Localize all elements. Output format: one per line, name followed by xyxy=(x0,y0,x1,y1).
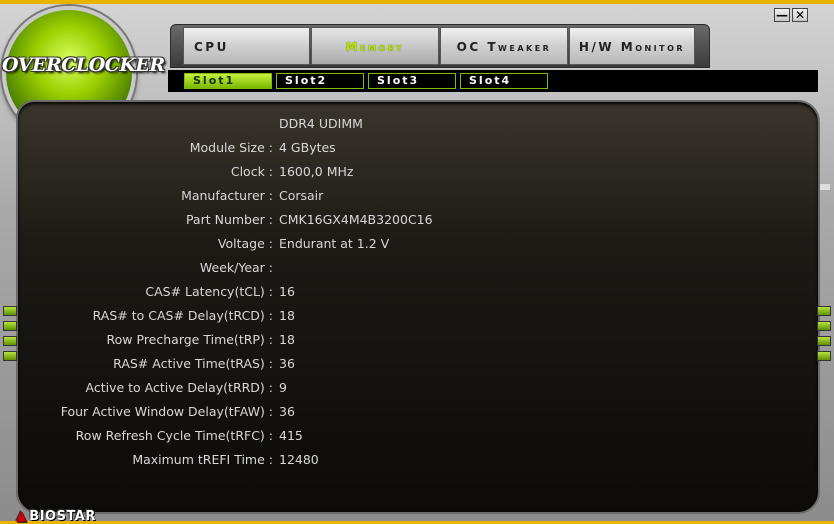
spec-row: Row Precharge Time(tRP) : 18 xyxy=(0,332,834,354)
biostar-mark-icon: ▲ xyxy=(16,508,28,524)
spec-label: Week/Year : xyxy=(199,260,273,275)
spec-label: CAS# Latency(tCL) : xyxy=(145,284,273,299)
tab-slot3[interactable]: Slot3 xyxy=(368,73,456,89)
main-tab-bar: CPU Memory OC Tweaker H/W Monitor xyxy=(170,24,710,68)
spec-label: Active to Active Delay(tRRD) : xyxy=(85,380,273,395)
spec-row: Module Size : 4 GBytes xyxy=(0,140,834,162)
spec-row: DDR4 UDIMM xyxy=(0,116,834,138)
spec-row: Maximum tREFI Time : 12480 xyxy=(0,452,834,474)
spec-row: Voltage : Endurant at 1.2 V xyxy=(0,236,834,258)
close-button[interactable]: ✕ xyxy=(792,8,808,22)
spec-label: Voltage : xyxy=(217,236,273,251)
spec-label: Module Size : xyxy=(189,140,273,155)
spec-row: Clock : 1600,0 MHz xyxy=(0,164,834,186)
tab-slot4[interactable]: Slot4 xyxy=(460,73,548,89)
spec-row: CAS# Latency(tCL) : 16 xyxy=(0,284,834,306)
tab-hw-monitor[interactable]: H/W Monitor xyxy=(569,27,695,65)
spec-value: 9 xyxy=(279,380,287,395)
tab-slot2[interactable]: Slot2 xyxy=(276,73,364,89)
tab-cpu[interactable]: CPU xyxy=(183,27,310,65)
slot-tab-bar: Slot1 Slot2 Slot3 Slot4 xyxy=(168,70,818,92)
spec-value: 18 xyxy=(279,332,295,347)
spec-label: Maximum tREFI Time : xyxy=(132,452,273,467)
overclocker-logo-text: OVERCLOCKER xyxy=(2,54,165,76)
spec-value: DDR4 UDIMM xyxy=(279,116,363,131)
spec-label: RAS# to CAS# Delay(tRCD) : xyxy=(92,308,273,323)
tab-oc-tweaker[interactable]: OC Tweaker xyxy=(440,27,568,65)
spec-value: Corsair xyxy=(279,188,324,203)
spec-value: 12480 xyxy=(279,452,319,467)
tab-memory[interactable]: Memory xyxy=(311,27,439,65)
spec-row: Four Active Window Delay(tFAW) : 36 xyxy=(0,404,834,426)
spec-label: Clock : xyxy=(230,164,273,179)
spec-value: CMK16GX4M4B3200C16 xyxy=(279,212,433,227)
spec-label: Row Refresh Cycle Time(tRFC) : xyxy=(75,428,273,443)
spec-label: Manufacturer : xyxy=(181,188,273,203)
spec-row: Row Refresh Cycle Time(tRFC) : 415 xyxy=(0,428,834,450)
spec-value: 18 xyxy=(279,308,295,323)
spec-label: Four Active Window Delay(tFAW) : xyxy=(60,404,273,419)
biostar-name: BIOSTAR xyxy=(29,509,96,524)
spec-value: 36 xyxy=(279,404,295,419)
spec-row: Manufacturer : Corsair xyxy=(0,188,834,210)
spec-row: RAS# Active Time(tRAS) : 36 xyxy=(0,356,834,378)
spec-label: RAS# Active Time(tRAS) : xyxy=(113,356,273,371)
spec-value: 36 xyxy=(279,356,295,371)
spec-value: 16 xyxy=(279,284,295,299)
spec-row: Week/Year : xyxy=(0,260,834,282)
spec-label: Part Number : xyxy=(185,212,273,227)
tab-slot1[interactable]: Slot1 xyxy=(184,73,272,89)
spec-value: 415 xyxy=(279,428,303,443)
spec-value: Endurant at 1.2 V xyxy=(279,236,390,251)
spec-value: 1600,0 MHz xyxy=(279,164,354,179)
spec-value: 4 GBytes xyxy=(279,140,336,155)
spec-row: Part Number : CMK16GX4M4B3200C16 xyxy=(0,212,834,234)
minimize-button[interactable]: — xyxy=(774,8,790,22)
spec-label: Row Precharge Time(tRP) : xyxy=(106,332,273,347)
spec-row: Active to Active Delay(tRRD) : 9 xyxy=(0,380,834,402)
spec-row: RAS# to CAS# Delay(tRCD) : 18 xyxy=(0,308,834,330)
biostar-logo: ▲ BIOSTAR xyxy=(16,508,96,524)
